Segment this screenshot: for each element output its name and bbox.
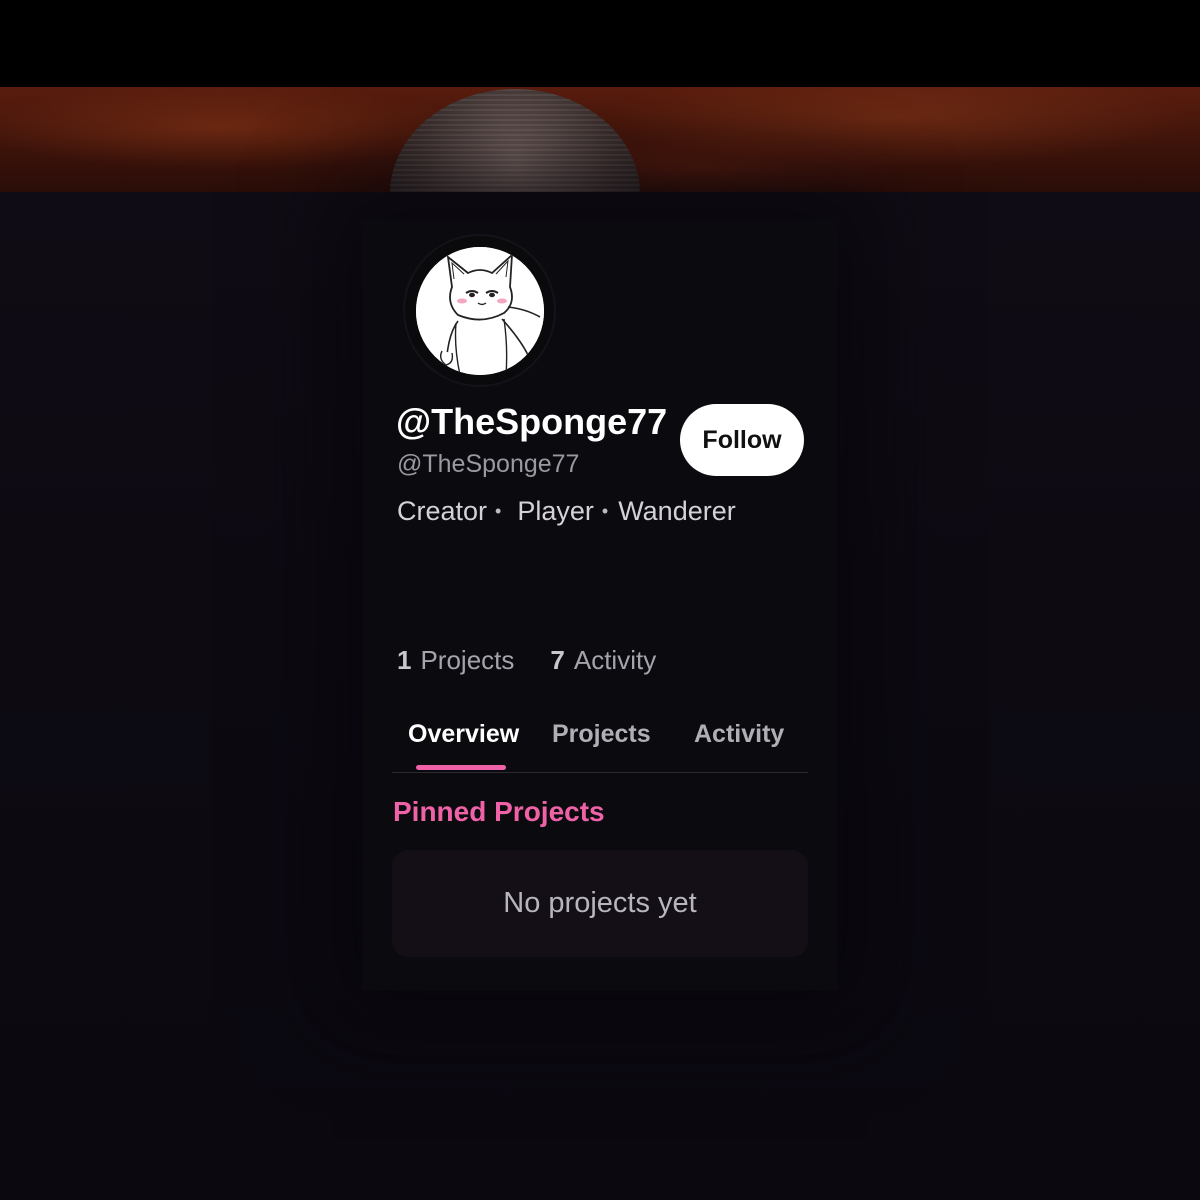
- profile-tags: Creator • Player • Wanderer: [397, 496, 736, 527]
- stat-activity-count: 7: [550, 645, 565, 675]
- active-tab-indicator: [416, 765, 506, 770]
- pinned-projects-empty-state: No projects yet: [392, 850, 808, 957]
- avatar[interactable]: [416, 247, 544, 375]
- tab-projects[interactable]: Projects: [552, 720, 651, 749]
- stat-projects[interactable]: 1 Projects: [397, 645, 514, 676]
- stat-activity-label: Activity: [573, 645, 657, 675]
- profile-tabs: Overview Projects Activity: [392, 712, 808, 773]
- display-name: @TheSponge77: [396, 401, 668, 442]
- profile-stats: 1 Projects 7 Activity: [397, 645, 656, 676]
- stat-projects-count: 1: [397, 645, 412, 675]
- tab-activity[interactable]: Activity: [694, 720, 784, 749]
- pinned-projects-heading: Pinned Projects: [393, 796, 605, 827]
- tag-creator: Creator: [397, 496, 488, 526]
- tag-separator: •: [495, 501, 502, 521]
- profile-banner: [0, 87, 1200, 192]
- top-bar: [0, 0, 1200, 87]
- banner-image-subject: [390, 89, 640, 192]
- cat-avatar-icon: [416, 247, 544, 375]
- tag-player: Player: [517, 496, 594, 526]
- stat-projects-label: Projects: [420, 645, 515, 675]
- follow-button[interactable]: Follow: [680, 404, 804, 476]
- tag-wanderer: Wanderer: [618, 496, 736, 526]
- tag-separator: •: [601, 501, 609, 521]
- tab-overview[interactable]: Overview: [408, 720, 519, 749]
- stat-activity[interactable]: 7 Activity: [550, 645, 656, 676]
- empty-state-text: No projects yet: [503, 887, 697, 919]
- username-handle: @TheSponge77: [397, 450, 580, 478]
